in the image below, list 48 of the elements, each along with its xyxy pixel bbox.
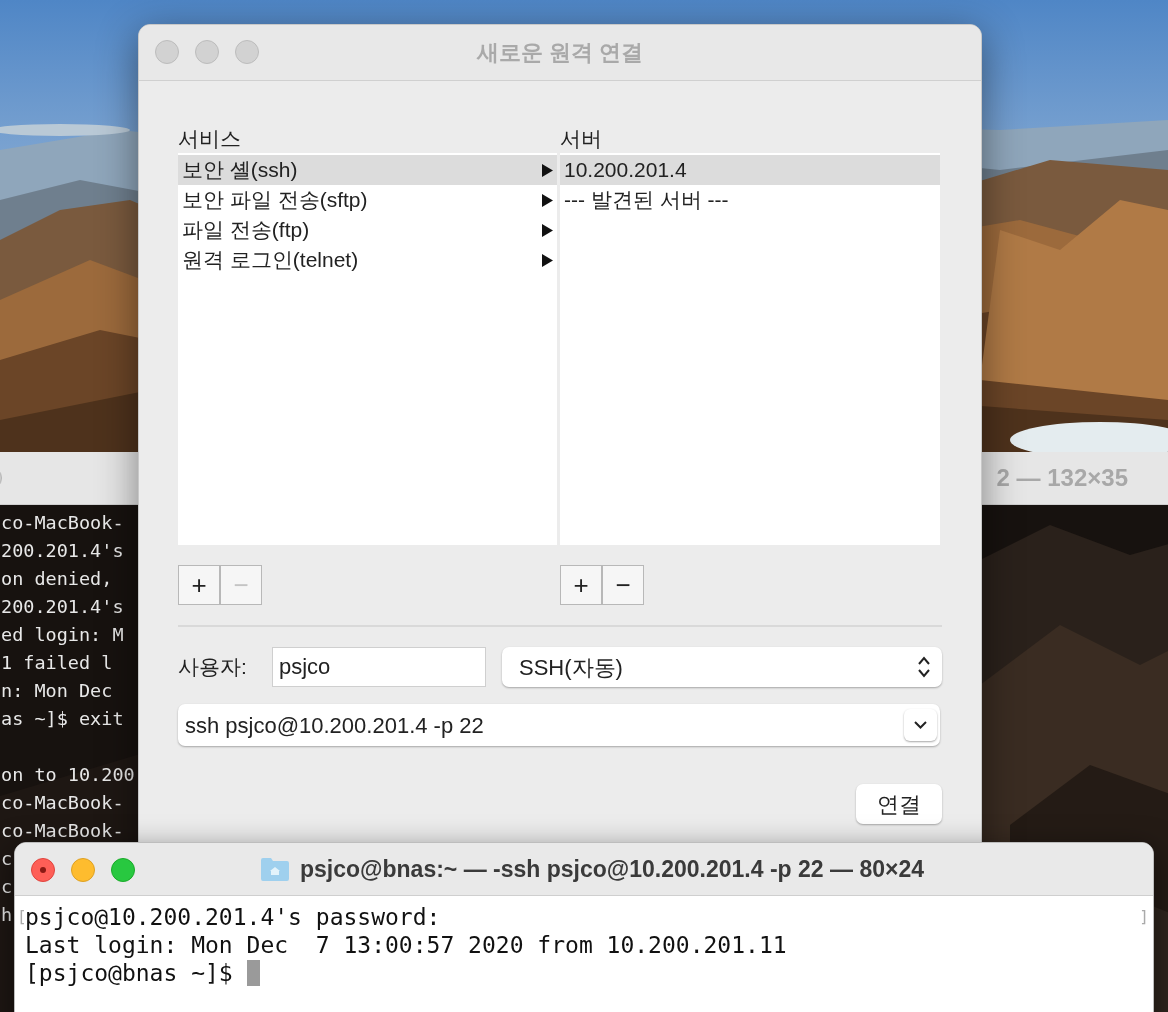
dropdown-button[interactable] [904,709,937,741]
column-label: 서버 [560,126,602,151]
line-mark: ] [1139,906,1149,928]
line-mark: [ [17,906,27,928]
user-field[interactable]: psjco [272,647,486,687]
terminal-line: c [1,847,13,871]
terminal-line: n: Mon Dec [1,679,113,703]
terminal-line: on to 10.200 [1,763,135,787]
add-button[interactable]: + [178,565,220,605]
terminal-line: psjco@10.200.201.4's password: [25,903,441,931]
terminal-line: h [1,903,13,927]
terminal-line: Last login: Mon Dec 7 13:00:57 2020 from 10.200.201.11 [25,931,787,959]
terminal-line: on denied, [1,567,113,591]
close-button[interactable] [31,858,55,882]
disclosure-arrow-icon [542,163,553,177]
user-label: 사용자: [178,654,248,681]
terminal-prompt: [psjco@bnas ~]$ [25,959,233,987]
window-title: 새로운 원격 연결 [476,39,644,67]
disclosure-arrow-icon [542,223,553,237]
window-title: psjco@bnas:~ — -ssh psjco@10.200.201.4 -p 22 — 80×24 [300,854,924,884]
terminal-line: 200.201.4's [1,595,124,619]
terminal-line: ed login: M [1,623,124,647]
list-item[interactable]: 10.200.201.4 [560,155,940,185]
text-cursor [246,960,260,986]
remove-button[interactable]: − [602,565,644,605]
terminal-line: c [1,875,13,899]
connect-button[interactable]: 연결 [856,784,942,824]
command-combo[interactable]: ssh psjco@10.200.201.4 -p 22 [178,704,940,746]
list-item[interactable]: 보안 셸(ssh) [178,155,557,185]
column-label: 서비스 [178,126,241,151]
minimize-button[interactable] [195,40,219,64]
terminal-line: co-MacBook- [1,791,124,815]
terminal-line: co-MacBook- [1,511,124,535]
zoom-button[interactable] [235,40,259,64]
terminal-line: 200.201.4's [1,539,124,563]
folder-icon [260,856,290,882]
up-down-chevron-icon [918,656,930,678]
disclosure-arrow-icon [542,253,553,267]
chevron-down-icon [914,721,927,729]
window-title: 2 — 132×35 [996,463,1128,493]
protocol-select[interactable]: SSH(자동) [502,647,942,687]
terminal-line: 1 failed l [1,651,113,675]
terminal-line: as ~]$ exit [1,707,124,731]
add-button[interactable]: + [560,565,602,605]
zoom-button[interactable] [111,858,135,882]
minimize-button[interactable] [71,858,95,882]
terminal-line: co-MacBook- [1,819,124,843]
disclosure-arrow-icon [542,193,553,207]
